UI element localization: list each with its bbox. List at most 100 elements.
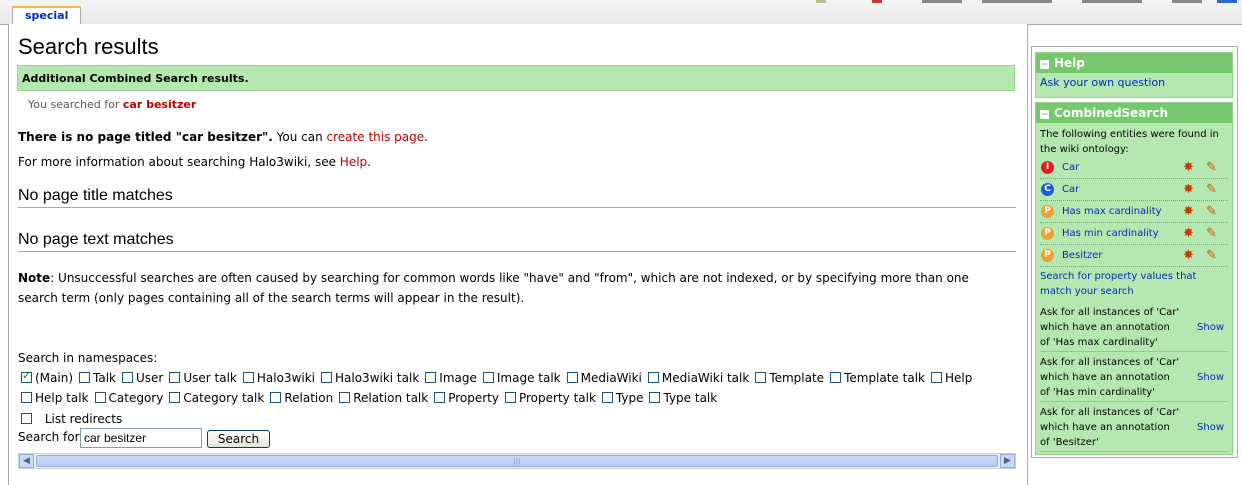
combined-search-header[interactable]: − CombinedSearch xyxy=(1036,103,1232,123)
page-title: Search results xyxy=(18,34,159,59)
namespace-label: Category xyxy=(108,391,164,405)
main-content: Search results Additional Combined Searc… xyxy=(8,24,1028,485)
edit-icon[interactable]: ✎ xyxy=(1206,201,1217,222)
explore-icon[interactable]: ✸ xyxy=(1183,223,1194,244)
entity-link[interactable]: Besitzer xyxy=(1062,245,1102,266)
namespace-label: Template xyxy=(769,371,825,385)
namespace-checkbox[interactable] xyxy=(482,372,494,383)
edit-icon[interactable]: ✎ xyxy=(1206,223,1217,244)
tab-special[interactable]: special xyxy=(12,6,82,26)
namespace-option[interactable]: Image talk xyxy=(482,371,561,385)
namespace-checkbox[interactable] xyxy=(94,392,106,403)
namespace-checkbox[interactable] xyxy=(755,372,767,383)
namespace-checkbox[interactable] xyxy=(931,372,942,383)
namespace-checkbox[interactable] xyxy=(649,392,661,403)
explore-icon[interactable]: ✸ xyxy=(1183,245,1194,266)
searched-term: car besitzer xyxy=(122,98,197,111)
namespace-option[interactable]: Help talk xyxy=(21,391,89,405)
namespace-option[interactable]: Property xyxy=(434,391,499,405)
edit-icon[interactable]: ✎ xyxy=(1206,179,1217,200)
namespace-label: Image xyxy=(439,371,477,385)
namespace-option[interactable]: MediaWiki talk xyxy=(647,371,749,385)
explore-icon[interactable]: ✸ xyxy=(1183,157,1194,178)
entity-link[interactable]: Car xyxy=(1062,179,1079,200)
no-page-message: There is no page titled "car besitzer". … xyxy=(18,130,428,144)
entity-item: I Car ✸ ✎ xyxy=(1040,157,1228,179)
namespace-checkbox[interactable] xyxy=(169,372,181,383)
namespace-checkbox[interactable] xyxy=(21,369,32,383)
namespace-option[interactable]: Talk xyxy=(79,371,116,385)
explore-icon[interactable]: ✸ xyxy=(1183,179,1194,200)
namespace-checkbox[interactable] xyxy=(434,392,446,403)
namespace-option[interactable]: Template talk xyxy=(830,371,925,385)
namespaces-label: Search in namespaces: xyxy=(18,351,158,365)
namespace-checkbox[interactable] xyxy=(242,372,254,383)
collapse-icon[interactable]: − xyxy=(1040,60,1049,70)
horizontal-scrollbar[interactable]: ◀ ||| ▶ xyxy=(18,453,1016,469)
namespace-option[interactable]: Relation talk xyxy=(339,391,428,405)
namespace-option[interactable]: Halo3wiki talk xyxy=(321,371,419,385)
namespace-option[interactable]: User xyxy=(122,371,163,385)
help-box-title: Help xyxy=(1054,56,1085,70)
show-query-link[interactable]: Show xyxy=(1197,420,1224,435)
namespace-label: Type talk xyxy=(663,391,718,405)
search-button[interactable]: Search xyxy=(207,430,270,448)
search-property-values-link[interactable]: Search for property values that match yo… xyxy=(1036,267,1232,302)
entity-link[interactable]: Has max cardinality xyxy=(1062,201,1162,222)
property-icon: P xyxy=(1041,205,1054,218)
namespace-option[interactable]: Property talk xyxy=(504,391,596,405)
namespace-option[interactable]: Type xyxy=(601,391,643,405)
namespace-label: Property xyxy=(448,391,499,405)
entity-item: P Has max cardinality ✸ ✎ xyxy=(1040,201,1228,223)
search-input[interactable] xyxy=(80,428,202,448)
namespace-label: Relation xyxy=(284,391,334,405)
namespace-option[interactable]: Help xyxy=(931,371,972,385)
namespace-checkbox[interactable] xyxy=(566,372,578,383)
explore-icon[interactable]: ✸ xyxy=(1183,201,1194,222)
namespace-label: MediaWiki xyxy=(580,371,642,385)
property-icon: P xyxy=(1041,227,1054,240)
namespace-option[interactable]: Type talk xyxy=(649,391,717,405)
instance-icon: I xyxy=(1041,161,1054,174)
namespace-checkbox[interactable] xyxy=(21,392,32,403)
scroll-right-arrow-icon[interactable]: ▶ xyxy=(1000,454,1015,468)
namespace-option[interactable]: MediaWiki xyxy=(566,371,642,385)
entity-link[interactable]: Has min cardinality xyxy=(1062,223,1159,244)
namespace-checkbox[interactable] xyxy=(122,372,133,383)
entity-link[interactable]: Car xyxy=(1062,157,1079,178)
namespace-option[interactable]: (Main) xyxy=(21,369,73,385)
searched-for-line: You searched for car besitzer xyxy=(28,98,196,111)
collapse-icon[interactable]: − xyxy=(1040,110,1049,120)
namespace-option[interactable]: Template xyxy=(755,371,824,385)
show-query-link[interactable]: Show xyxy=(1197,370,1224,385)
namespace-option[interactable]: Relation xyxy=(270,391,333,405)
scroll-left-arrow-icon[interactable]: ◀ xyxy=(19,454,34,468)
heading-title-matches: No page title matches xyxy=(18,187,1016,208)
edit-icon[interactable]: ✎ xyxy=(1206,157,1217,178)
namespace-option[interactable]: User talk xyxy=(169,371,237,385)
namespace-checkbox[interactable] xyxy=(504,392,516,403)
list-redirects-checkbox[interactable] xyxy=(21,413,32,424)
edit-icon[interactable]: ✎ xyxy=(1206,245,1217,266)
show-query-link[interactable]: Show xyxy=(1197,320,1224,335)
namespace-checkbox[interactable] xyxy=(270,392,282,403)
list-redirects-option[interactable]: List redirects xyxy=(21,412,122,426)
namespace-option[interactable]: Image xyxy=(425,371,477,385)
scrollbar-thumb[interactable]: ||| xyxy=(36,455,998,467)
namespace-checkbox[interactable] xyxy=(79,372,91,383)
namespace-checkbox[interactable] xyxy=(425,372,437,383)
namespace-option[interactable]: Category xyxy=(94,391,164,405)
ask-question-link[interactable]: Ask your own question xyxy=(1036,73,1232,92)
namespace-option[interactable]: Category talk xyxy=(169,391,264,405)
namespace-checkbox[interactable] xyxy=(830,372,842,383)
create-page-link[interactable]: create this page xyxy=(327,130,425,144)
namespace-option[interactable]: Halo3wiki xyxy=(242,371,315,385)
namespace-checkbox[interactable] xyxy=(321,372,332,383)
namespace-checkbox[interactable] xyxy=(339,392,351,403)
help-link[interactable]: Help xyxy=(340,155,367,169)
help-box-header[interactable]: − Help xyxy=(1036,53,1232,73)
namespace-checkbox[interactable] xyxy=(601,392,613,403)
namespace-checkbox[interactable] xyxy=(169,392,181,403)
combined-search-intro: The following entities were found in the… xyxy=(1040,129,1219,155)
namespace-checkbox[interactable] xyxy=(647,372,659,383)
